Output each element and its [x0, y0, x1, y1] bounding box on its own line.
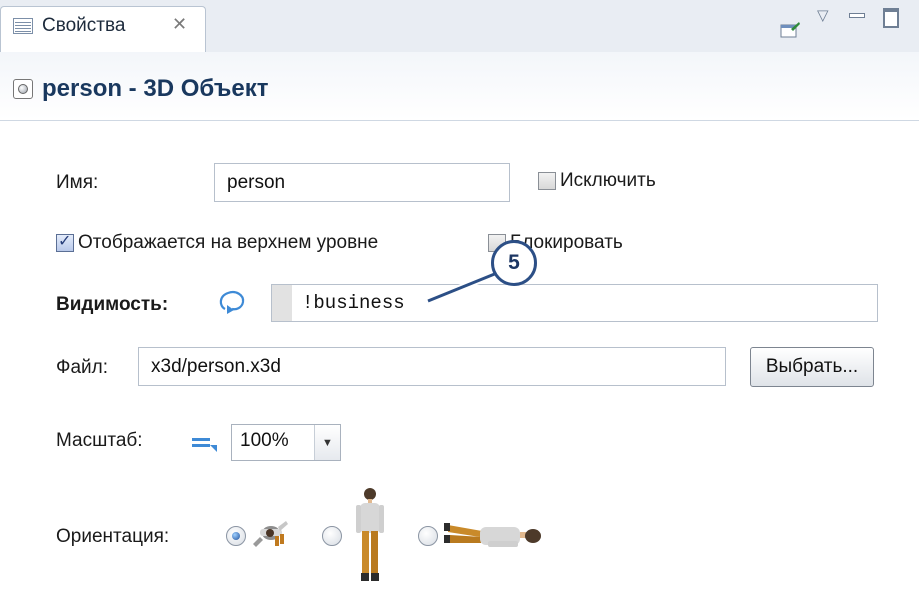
- dynamic-value-icon[interactable]: [218, 287, 246, 317]
- exclude-checkbox[interactable]: [538, 172, 556, 190]
- person-standing-icon: [356, 488, 384, 581]
- visibility-label: Видимость:: [56, 294, 169, 315]
- orientation-radio-standing[interactable]: [322, 526, 342, 546]
- scale-label: Масштаб:: [56, 430, 143, 451]
- static-value-icon[interactable]: [190, 432, 218, 454]
- chevron-down-icon[interactable]: ▼: [314, 425, 340, 460]
- pin-icon[interactable]: [780, 22, 800, 38]
- minimize-icon[interactable]: [849, 13, 865, 18]
- scale-select[interactable]: 100% ▼: [231, 424, 341, 461]
- name-label: Имя:: [56, 172, 99, 193]
- file-input[interactable]: x3d/person.x3d: [138, 347, 726, 386]
- orientation-radio-top-view[interactable]: [226, 526, 246, 546]
- close-icon[interactable]: ✕: [172, 14, 187, 35]
- name-input[interactable]: person: [214, 163, 510, 202]
- browse-button[interactable]: Выбрать...: [750, 347, 874, 387]
- file-label: Файл:: [56, 357, 108, 378]
- properties-icon: [13, 18, 33, 34]
- top-level-label: Отображается на верхнем уровне: [78, 232, 379, 253]
- visibility-input-margin: [272, 285, 292, 321]
- orientation-radio-lying[interactable]: [418, 526, 438, 546]
- person-top-view-icon: [253, 521, 288, 547]
- page-title: person - 3D Объект: [42, 75, 269, 102]
- callout-badge: 5: [491, 240, 537, 286]
- visibility-value: !business: [302, 292, 405, 314]
- maximize-icon[interactable]: [883, 8, 899, 28]
- tab-label: Свойства: [42, 15, 126, 36]
- exclude-label: Исключить: [560, 170, 656, 191]
- top-level-checkbox[interactable]: [56, 231, 74, 252]
- view-menu-icon[interactable]: ▽: [817, 6, 829, 24]
- orientation-label: Ориентация:: [56, 526, 170, 547]
- 3d-object-icon: [13, 79, 33, 99]
- scale-value: 100%: [240, 430, 289, 451]
- person-lying-icon: [444, 523, 541, 547]
